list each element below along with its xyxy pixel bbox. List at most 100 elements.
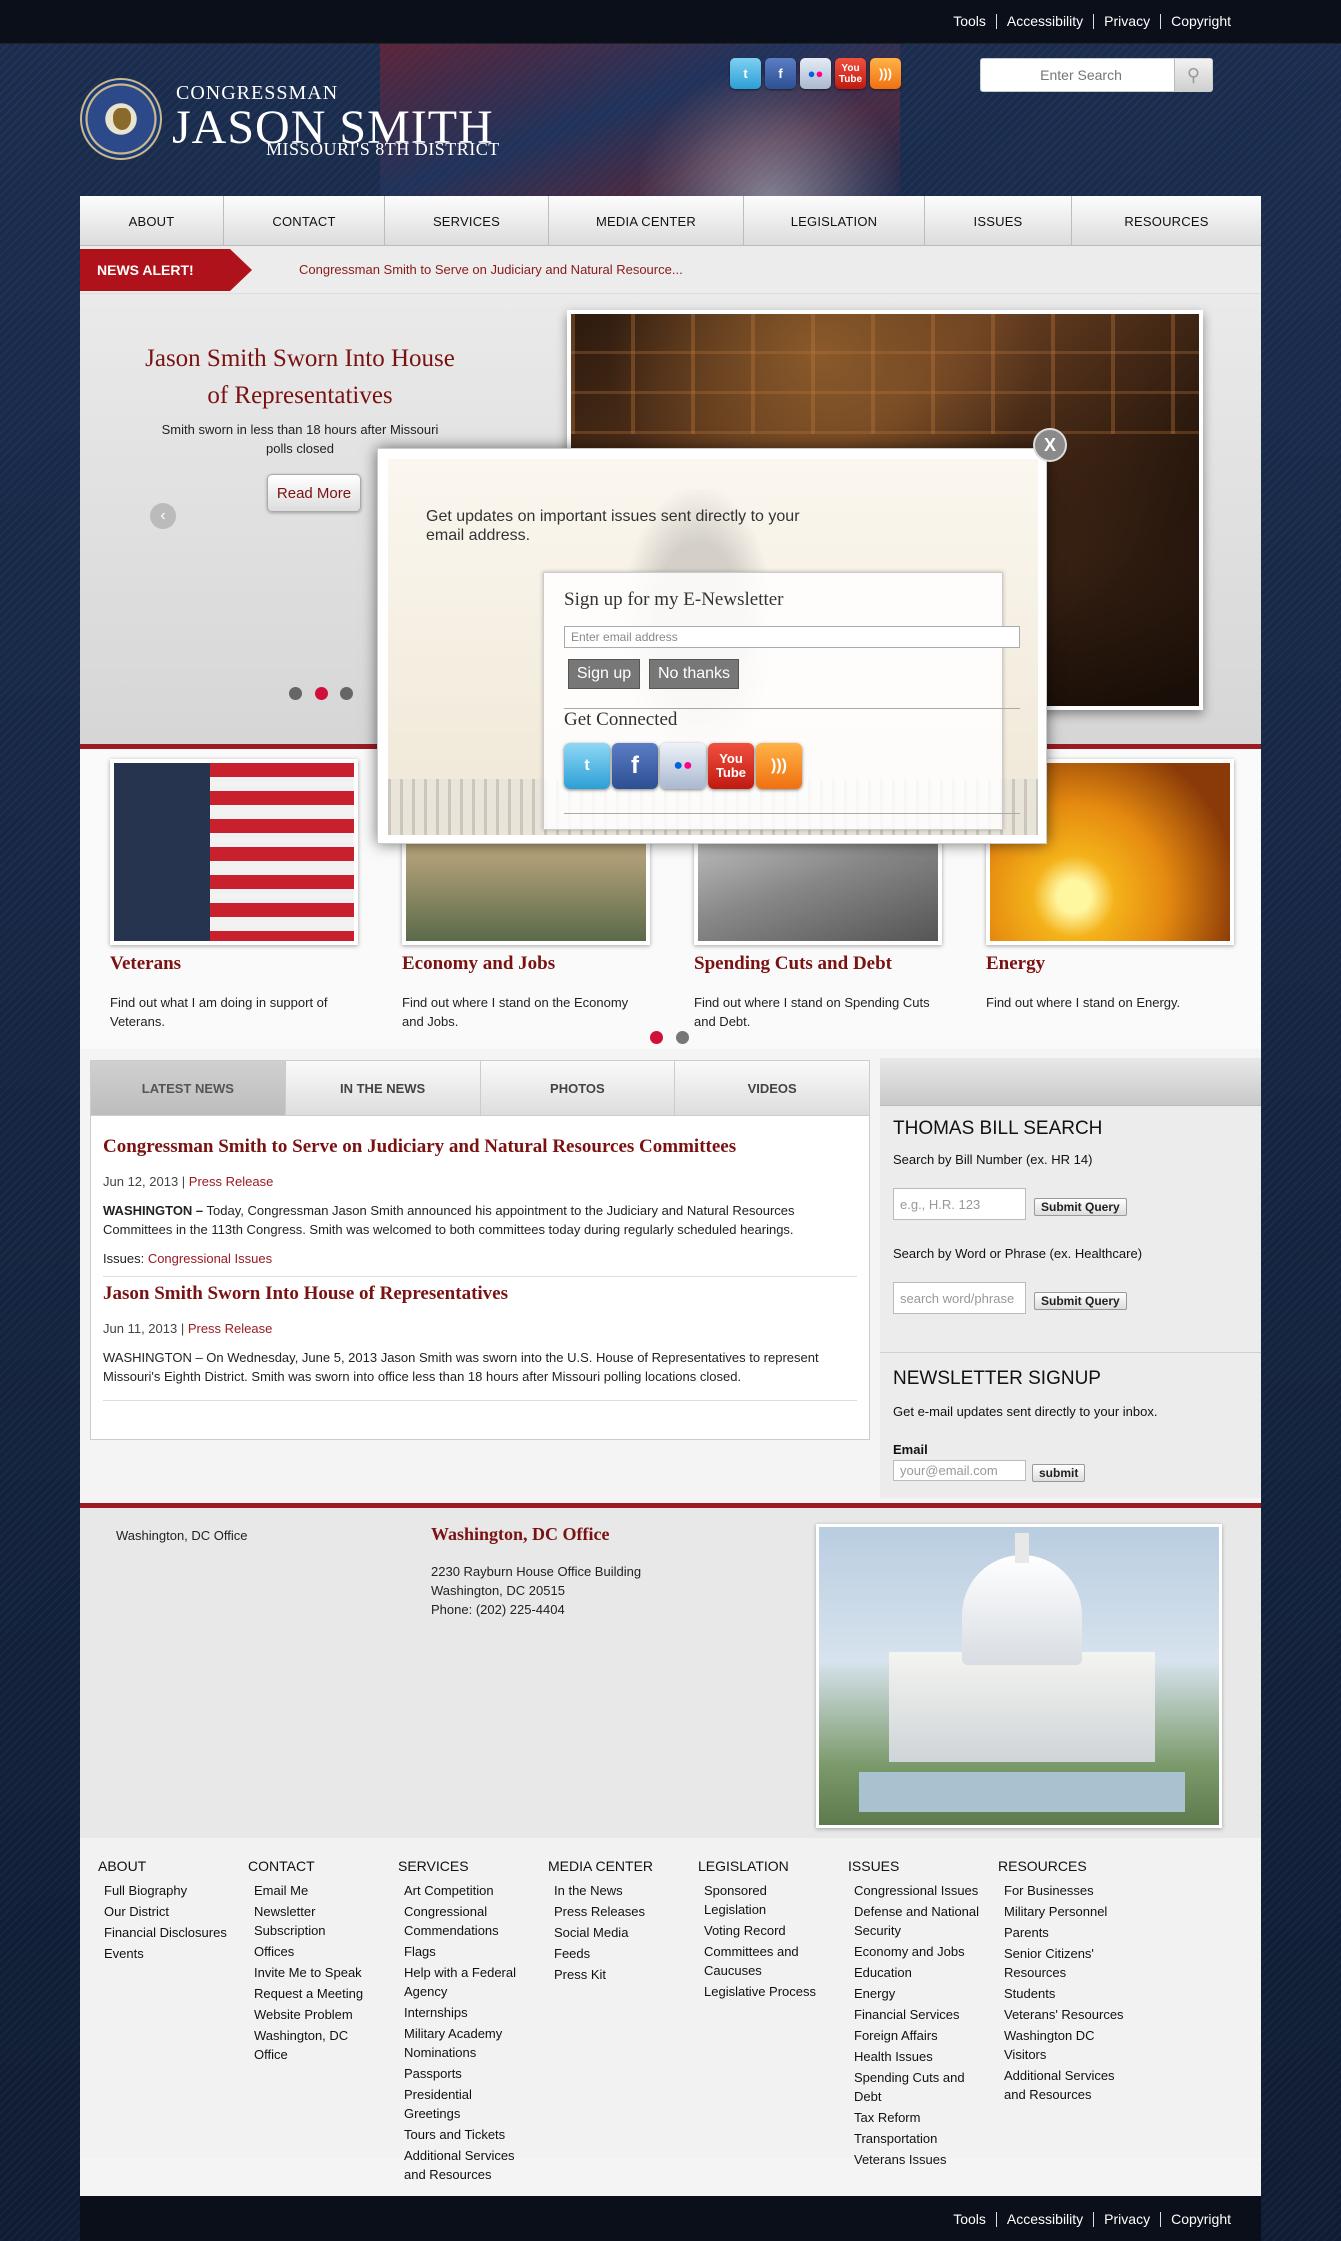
utility-link-privacy[interactable]: Privacy xyxy=(1093,14,1160,29)
sitemap-link[interactable]: Financial Disclosures xyxy=(104,1923,238,1942)
carousel-dot-1-active[interactable] xyxy=(650,1031,663,1044)
sitemap-link[interactable]: Additional Services and Resources xyxy=(404,2146,523,2184)
carousel-dot-2[interactable] xyxy=(676,1031,689,1044)
sitemap-link[interactable]: Financial Services xyxy=(854,2005,983,2024)
flickr-icon[interactable]: ● ● xyxy=(800,58,831,89)
sitemap-heading[interactable]: RESOURCES xyxy=(998,1858,1133,1874)
bill-phrase-submit-button[interactable]: Submit Query xyxy=(1034,1292,1127,1310)
sitemap-link[interactable]: Additional Services and Resources xyxy=(1004,2066,1133,2104)
search-icon[interactable]: ⚲ xyxy=(1174,59,1212,91)
sitemap-heading[interactable]: LEGISLATION xyxy=(698,1858,823,1874)
article-type-link[interactable]: Press Release xyxy=(189,1174,274,1189)
issue-title[interactable]: Economy and Jobs xyxy=(402,953,650,975)
tab-videos[interactable]: VIDEOS xyxy=(675,1061,869,1116)
issue-title[interactable]: Spending Cuts and Debt xyxy=(694,953,942,975)
house-seal-logo[interactable] xyxy=(80,78,162,160)
sitemap-link[interactable]: Help with a Federal Agency xyxy=(404,1963,523,2001)
utility-link-tools[interactable]: Tools xyxy=(943,14,996,29)
issues-link[interactable]: Congressional Issues xyxy=(148,1251,272,1266)
sitemap-link[interactable]: Events xyxy=(104,1944,238,1963)
rss-icon[interactable]: ))) xyxy=(870,58,901,89)
sitemap-link[interactable]: Students xyxy=(1004,1984,1133,2003)
youtube-icon[interactable]: You Tube xyxy=(835,58,866,89)
sitemap-link[interactable]: Press Kit xyxy=(554,1965,673,1984)
facebook-icon[interactable]: f xyxy=(765,58,796,89)
flickr-icon[interactable]: ● ● xyxy=(660,743,706,789)
sitemap-link[interactable]: Health Issues xyxy=(854,2047,983,2066)
sitemap-link[interactable]: Economy and Jobs xyxy=(854,1942,983,1961)
sitemap-link[interactable]: Washington DC Visitors xyxy=(1004,2026,1133,2064)
sitemap-link[interactable]: Request a Meeting xyxy=(254,1984,373,2003)
sitemap-link[interactable]: Tours and Tickets xyxy=(404,2125,523,2144)
sitemap-link[interactable]: Art Competition xyxy=(404,1881,523,1900)
utility-link-privacy[interactable]: Privacy xyxy=(1093,2212,1160,2227)
sitemap-link[interactable]: Passports xyxy=(404,2064,523,2083)
sitemap-link[interactable]: Social Media xyxy=(554,1923,673,1942)
nav-media-center[interactable]: MEDIA CENTER xyxy=(549,196,744,246)
news-alert-link[interactable]: Congressman Smith to Serve on Judiciary … xyxy=(299,262,683,277)
sitemap-link[interactable]: Sponsored Legislation xyxy=(704,1881,823,1919)
sitemap-link[interactable]: Congressional Issues xyxy=(854,1881,983,1900)
twitter-icon[interactable]: t xyxy=(564,743,610,789)
sitemap-link[interactable]: Invite Me to Speak xyxy=(254,1963,373,1982)
utility-link-tools[interactable]: Tools xyxy=(943,2212,996,2227)
slide-title[interactable]: Jason Smith Sworn Into House of Represen… xyxy=(140,340,460,414)
nav-contact[interactable]: CONTACT xyxy=(224,196,385,246)
utility-link-accessibility[interactable]: Accessibility xyxy=(995,14,1093,29)
nav-legislation[interactable]: LEGISLATION xyxy=(744,196,925,246)
tab-photos[interactable]: PHOTOS xyxy=(480,1061,676,1116)
sitemap-link[interactable]: Tax Reform xyxy=(854,2108,983,2127)
sitemap-link[interactable]: Voting Record xyxy=(704,1921,823,1940)
twitter-icon[interactable]: t xyxy=(730,58,761,89)
nav-services[interactable]: SERVICES xyxy=(385,196,549,246)
facebook-icon[interactable]: f xyxy=(612,743,658,789)
slider-dot-3[interactable] xyxy=(340,687,353,700)
slider-dot-2-active[interactable] xyxy=(315,687,328,700)
no-thanks-button[interactable]: No thanks xyxy=(649,659,739,689)
sitemap-heading[interactable]: ISSUES xyxy=(848,1858,983,1874)
sitemap-link[interactable]: Foreign Affairs xyxy=(854,2026,983,2045)
bill-number-input[interactable]: e.g., H.R. 123 xyxy=(893,1188,1026,1220)
article-title[interactable]: Jason Smith Sworn Into House of Represen… xyxy=(103,1283,857,1305)
sitemap-link[interactable]: Veterans' Resources xyxy=(1004,2005,1133,2024)
signup-button[interactable]: Sign up xyxy=(568,659,640,689)
sitemap-link[interactable]: In the News xyxy=(554,1881,673,1900)
sitemap-link[interactable]: For Businesses xyxy=(1004,1881,1133,1900)
veterans-image[interactable] xyxy=(110,759,358,945)
sitemap-link[interactable]: Military Personnel xyxy=(1004,1902,1133,1921)
sitemap-link[interactable]: Flags xyxy=(404,1942,523,1961)
sitemap-link[interactable]: Defense and National Security xyxy=(854,1902,983,1940)
tab-latest-news[interactable]: LATEST NEWS xyxy=(91,1061,286,1116)
sitemap-link[interactable]: Presidential Greetings xyxy=(404,2085,523,2123)
sitemap-link[interactable]: Military Academy Nominations xyxy=(404,2024,523,2062)
sitemap-link[interactable]: Veterans Issues xyxy=(854,2150,983,2169)
sitemap-heading[interactable]: ABOUT xyxy=(98,1858,238,1874)
sitemap-heading[interactable]: SERVICES xyxy=(398,1858,523,1874)
sitemap-link[interactable]: Legislative Process xyxy=(704,1982,823,2001)
issue-title[interactable]: Energy xyxy=(986,953,1234,975)
utility-link-copyright[interactable]: Copyright xyxy=(1160,14,1241,29)
chevron-left-icon[interactable]: ‹ xyxy=(150,503,176,529)
sitemap-link[interactable]: Internships xyxy=(404,2003,523,2022)
slider-dot-1[interactable] xyxy=(289,687,302,700)
youtube-icon[interactable]: You Tube xyxy=(708,743,754,789)
modal-email-input[interactable]: Enter email address xyxy=(564,626,1020,648)
sitemap-link[interactable]: Parents xyxy=(1004,1923,1133,1942)
newsletter-email-input[interactable]: your@email.com xyxy=(893,1460,1026,1481)
sitemap-heading[interactable]: MEDIA CENTER xyxy=(548,1858,673,1874)
nav-about[interactable]: ABOUT xyxy=(80,196,224,246)
rss-icon[interactable]: ))) xyxy=(756,743,802,789)
sitemap-link[interactable]: Email Me xyxy=(254,1881,373,1900)
sitemap-link[interactable]: Senior Citizens' Resources xyxy=(1004,1944,1133,1982)
utility-link-accessibility[interactable]: Accessibility xyxy=(995,2212,1093,2227)
sitemap-heading[interactable]: CONTACT xyxy=(248,1858,373,1874)
sitemap-link[interactable]: Full Biography xyxy=(104,1881,238,1900)
sitemap-link[interactable]: Education xyxy=(854,1963,983,1982)
article-title[interactable]: Congressman Smith to Serve on Judiciary … xyxy=(103,1136,857,1158)
tab-in-the-news[interactable]: IN THE NEWS xyxy=(285,1061,481,1116)
close-icon[interactable]: X xyxy=(1033,428,1067,462)
sitemap-link[interactable]: Spending Cuts and Debt xyxy=(854,2068,983,2106)
bill-phrase-input[interactable]: search word/phrase xyxy=(893,1282,1026,1314)
utility-link-copyright[interactable]: Copyright xyxy=(1160,2212,1241,2227)
bill-number-submit-button[interactable]: Submit Query xyxy=(1034,1198,1127,1216)
